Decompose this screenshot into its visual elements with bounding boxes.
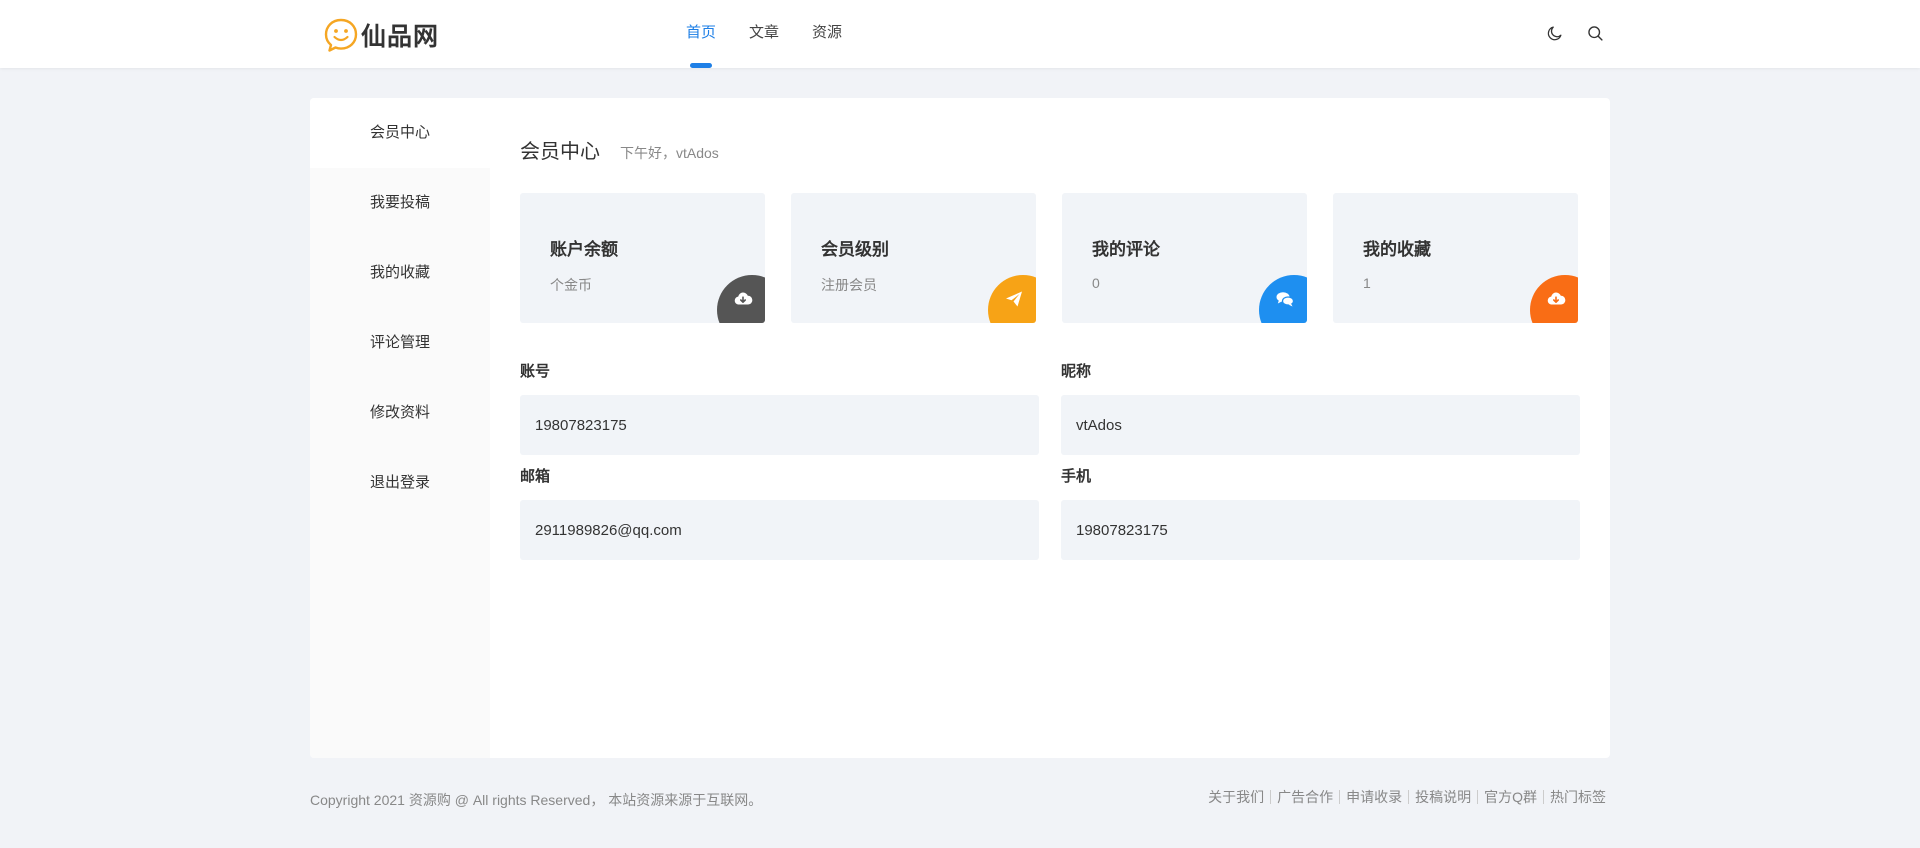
stat-label: 账户余额 [550,240,618,259]
comments-icon [1259,275,1307,323]
stat-label: 会员级别 [821,240,889,259]
moon-icon[interactable] [1544,22,1564,44]
sidebar: 会员中心 我要投稿 我的收藏 评论管理 修改资料 退出登录 [310,98,490,758]
member-center-panel: 会员中心 我要投稿 我的收藏 评论管理 修改资料 退出登录 会员中心 下午好，v… [310,98,1610,758]
stat-value: 注册会员 [821,277,877,293]
footer-link-about[interactable]: 关于我们 [1202,790,1272,804]
stat-value: 个金币 [550,277,592,293]
stat-value: 1 [1363,275,1371,291]
footer-link-ads[interactable]: 广告合作 [1271,790,1341,804]
footer-link-qq-group[interactable]: 官方Q群 [1478,790,1544,804]
footer-link-submission-guide[interactable]: 投稿说明 [1409,790,1479,804]
cloud-download-icon [1530,275,1578,323]
greeting-text: 下午好，vtAdos [620,145,719,161]
stat-value: 0 [1092,275,1100,291]
email-input[interactable] [520,500,1039,560]
footer-link-apply[interactable]: 申请收录 [1340,790,1410,804]
title-row: 会员中心 下午好，vtAdos [520,135,719,164]
paper-plane-icon [988,275,1036,323]
nav-item-resources[interactable]: 资源 [812,0,842,68]
field-email: 邮箱 [520,467,1039,560]
footer-copyright: Copyright 2021 资源购 @ All rights Reserved… [310,792,763,808]
main-nav: 首页 文章 资源 [686,0,875,68]
field-phone: 手机 [1061,467,1580,560]
stat-card-balance[interactable]: 账户余额 个金币 [520,193,765,323]
stat-label: 我的收藏 [1363,240,1431,259]
field-label: 账号 [520,363,551,380]
footer-link-hot-tags[interactable]: 热门标签 [1544,790,1606,804]
sidebar-item-favorites[interactable]: 我的收藏 [310,238,490,308]
field-label: 手机 [1061,468,1092,485]
logo-text: 仙品网 [361,22,440,51]
sidebar-item-member-center[interactable]: 会员中心 [310,98,490,168]
nav-item-articles[interactable]: 文章 [749,0,779,68]
nav-item-home[interactable]: 首页 [686,0,716,68]
sidebar-item-comments[interactable]: 评论管理 [310,308,490,378]
search-icon[interactable] [1585,22,1605,44]
sidebar-item-logout[interactable]: 退出登录 [310,448,490,518]
cloud-download-icon [717,275,765,323]
footer-links: 关于我们 广告合作 申请收录 投稿说明 官方Q群 热门标签 [1202,790,1606,804]
field-account: 账号 [520,362,1039,455]
smiley-chat-icon [324,18,358,52]
top-header: 仙品网 首页 文章 资源 [0,0,1920,68]
stat-card-favorites[interactable]: 我的收藏 1 [1333,193,1578,323]
field-label: 邮箱 [520,468,551,485]
stat-card-member-level[interactable]: 会员级别 注册会员 [791,193,1036,323]
phone-input[interactable] [1061,500,1580,560]
sidebar-item-edit-profile[interactable]: 修改资料 [310,378,490,448]
field-label: 昵称 [1061,363,1092,380]
stat-card-comments[interactable]: 我的评论 0 [1062,193,1307,323]
field-nickname: 昵称 [1061,362,1580,455]
stat-label: 我的评论 [1092,240,1160,259]
stats-row: 账户余额 个金币 会员级别 注册会员 我的评论 0 我的收藏 1 [520,193,1578,323]
page-title: 会员中心 [520,141,600,163]
account-input[interactable] [520,395,1039,455]
nickname-input[interactable] [1061,395,1580,455]
header-actions [1544,22,1605,44]
site-logo[interactable]: 仙品网 [323,17,439,53]
sidebar-item-submit-post[interactable]: 我要投稿 [310,168,490,238]
